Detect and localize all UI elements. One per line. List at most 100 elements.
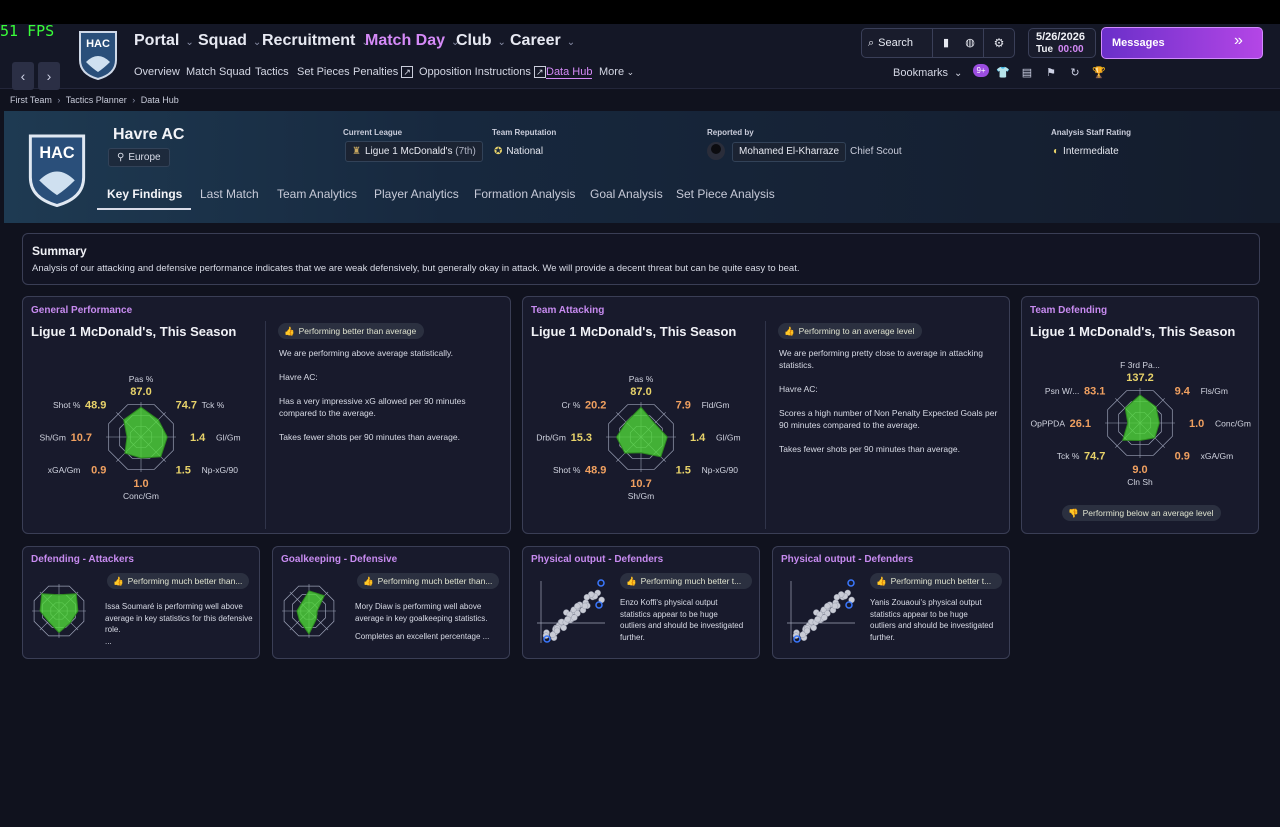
nav-recruitment[interactable]: Recruitment ⌄ — [262, 32, 370, 50]
thumbs-up-icon: 👍 — [626, 576, 637, 586]
radar-label: Conc/Gm — [123, 491, 159, 501]
nav-portal[interactable]: Portal ⌄ — [134, 32, 194, 50]
radar-value: 1.4 — [690, 432, 706, 444]
reporter-name[interactable]: Mohamed El-Kharraze — [732, 142, 847, 162]
breadcrumb-tactics-planner[interactable]: Tactics Planner — [66, 95, 127, 105]
tab-formation-analysis[interactable]: Formation Analysis — [474, 187, 575, 201]
tab-goal-analysis[interactable]: Goal Analysis — [590, 187, 663, 201]
card-description: Yanis Zouaoui's physical output statisti… — [870, 598, 994, 642]
scatter-point — [831, 602, 839, 610]
subnav-opposition-instructions[interactable]: Opposition Instructions ↗ — [419, 66, 546, 78]
description-line: Havre AC: — [279, 372, 318, 382]
radar-value: 1.5 — [676, 465, 691, 477]
search-button[interactable]: ⌕ Search — [868, 29, 932, 57]
nav-match-day[interactable]: Match Day ⌄ — [365, 32, 459, 50]
subnav-match-squad[interactable]: Match Squad — [186, 66, 251, 78]
region-chip[interactable]: ⚲ Europe — [108, 148, 170, 167]
globe-icon: ◍ — [965, 37, 975, 49]
radar-value: 48.9 — [85, 400, 106, 412]
subnav-penalties[interactable]: Penalties ↗ — [353, 66, 413, 78]
nav-career-label: Career — [510, 32, 561, 49]
subnav-tactics[interactable]: Tactics — [255, 66, 289, 78]
goalkeeping-defensive-card[interactable]: Goalkeeping - Defensive 👍 Performing much… — [272, 546, 510, 659]
external-link-icon: ↗ — [533, 66, 546, 78]
breadcrumb-first-team[interactable]: First Team — [10, 95, 52, 105]
bookmarks-dropdown[interactable]: Bookmarks ⌄ — [893, 67, 962, 79]
radar-label: Gl/Gm — [216, 433, 241, 443]
inbox-badge[interactable]: 9+ — [973, 64, 989, 77]
scatter-point — [560, 624, 567, 631]
radar-chart: 87.0 Pas % 7.9 Fld/Gm 1.4 Gl/Gm 1.5 Np-xG/90 10.… — [536, 374, 740, 501]
tab-player-analytics[interactable]: Player Analytics — [374, 187, 459, 201]
shirt-icon[interactable]: 👕 — [996, 66, 1010, 80]
team-attacking-card[interactable]: Team Attacking Ligue 1 McDonald's, This … — [522, 296, 1010, 534]
radar-value: 15.3 — [571, 432, 592, 444]
radar-value: 0.9 — [91, 465, 106, 477]
chevron-right-icon: › — [132, 95, 136, 105]
nav-squad[interactable]: Squad ⌄ — [198, 32, 261, 50]
scatter-outlier-point — [597, 579, 605, 587]
tab-key-findings[interactable]: Key Findings — [107, 187, 182, 201]
tab-set-piece-analysis[interactable]: Set Piece Analysis — [676, 187, 775, 201]
radar-value: 1.5 — [176, 465, 191, 477]
trophy-icon[interactable]: 🏆 — [1092, 66, 1106, 80]
chevron-right-icon: › — [46, 68, 52, 84]
scatter-point — [564, 616, 571, 623]
boot-icon[interactable]: ⚑ — [1044, 66, 1058, 80]
scatter-point — [814, 616, 821, 623]
radar-label: Pas % — [129, 374, 154, 384]
physical-output-card-2[interactable]: Physical output - Defenders 👍 Performing … — [772, 546, 1010, 659]
scatter-point — [810, 624, 817, 631]
subnav-data-hub[interactable]: Data Hub — [546, 66, 593, 79]
refresh-icon[interactable]: ↻ — [1068, 66, 1082, 80]
thumbs-up-icon: 👍 — [363, 576, 374, 586]
reputation-icon: ✪ — [494, 146, 503, 157]
description-line: We are performing pretty close to averag… — [779, 348, 983, 370]
defending-attackers-card[interactable]: Defending - Attackers 👍 Performing much b… — [22, 546, 260, 659]
bookmark-button[interactable]: ▮ — [934, 29, 958, 57]
nav-career[interactable]: Career ⌄ — [510, 32, 575, 50]
current-date: 5/26/2026 — [1036, 31, 1085, 43]
search-toolbar: ⌕ Search ▮ ◍ ⚙ — [861, 28, 1015, 58]
subnav-overview[interactable]: Overview — [134, 66, 180, 78]
scatter-outlier-point — [595, 601, 603, 609]
description-line: Takes fewer shots per 90 minutes than av… — [779, 444, 960, 454]
nav-recruitment-label: Recruitment — [262, 32, 356, 49]
thumbs-up-icon: 👍 — [784, 326, 795, 336]
staff-rating-value: Intermediate — [1063, 146, 1119, 157]
globe-button[interactable]: ◍ — [958, 29, 982, 57]
forward-button[interactable]: › — [38, 62, 60, 90]
current-league-chip[interactable]: ♜ Ligue 1 McDonald's (7th) — [345, 141, 483, 162]
messages-label: Messages — [1112, 37, 1165, 49]
general-performance-card[interactable]: General Performance Ligue 1 McDonald's, … — [22, 296, 511, 534]
radar-chart: 137.2 F 3rd Pa... 9.4 Fls/Gm 1.0 Conc/Gm 0.9 xG… — [1031, 360, 1251, 487]
settings-button[interactable]: ⚙ — [986, 29, 1012, 57]
tab-last-match[interactable]: Last Match — [200, 187, 259, 201]
date-time-panel[interactable]: 5/26/2026 Tue 00:00 — [1028, 28, 1096, 58]
inbox-badge-count: 9+ — [976, 66, 986, 75]
subnav-more[interactable]: More ⌄ — [599, 66, 634, 78]
back-button[interactable]: ‹ — [12, 62, 34, 90]
card-description: We are performing above average statisti… — [279, 347, 499, 443]
top-black-bar — [0, 0, 1280, 24]
chevron-right-icon: › — [57, 95, 61, 105]
radar-label: xGA/Gm — [1201, 451, 1234, 461]
team-defending-card[interactable]: Team Defending Ligue 1 McDonald's, This … — [1021, 296, 1259, 534]
physical-output-card-1[interactable]: Physical output - Defenders 👍 Performing … — [522, 546, 760, 659]
radar-area — [39, 593, 79, 634]
clipboard-icon[interactable]: ▤ — [1020, 66, 1034, 80]
thumbs-up-icon: 👍 — [284, 326, 295, 336]
radar-label: Conc/Gm — [1215, 419, 1251, 429]
messages-button[interactable]: Messages » — [1101, 27, 1263, 59]
club-logo[interactable]: HAC — [78, 30, 118, 80]
nav-squad-label: Squad — [198, 32, 247, 49]
nav-club[interactable]: Club ⌄ — [456, 32, 506, 50]
summary-title: Summary — [32, 244, 87, 258]
radar-value: 87.0 — [630, 386, 651, 398]
bookmarks-label: Bookmarks — [893, 67, 949, 79]
subnav-set-pieces[interactable]: Set Pieces — [297, 66, 350, 78]
radar-label: xGA/Gm — [48, 465, 81, 475]
radar-value: 48.9 — [585, 465, 606, 477]
tab-team-analytics[interactable]: Team Analytics — [277, 187, 357, 201]
club-name: Havre AC — [113, 126, 185, 143]
